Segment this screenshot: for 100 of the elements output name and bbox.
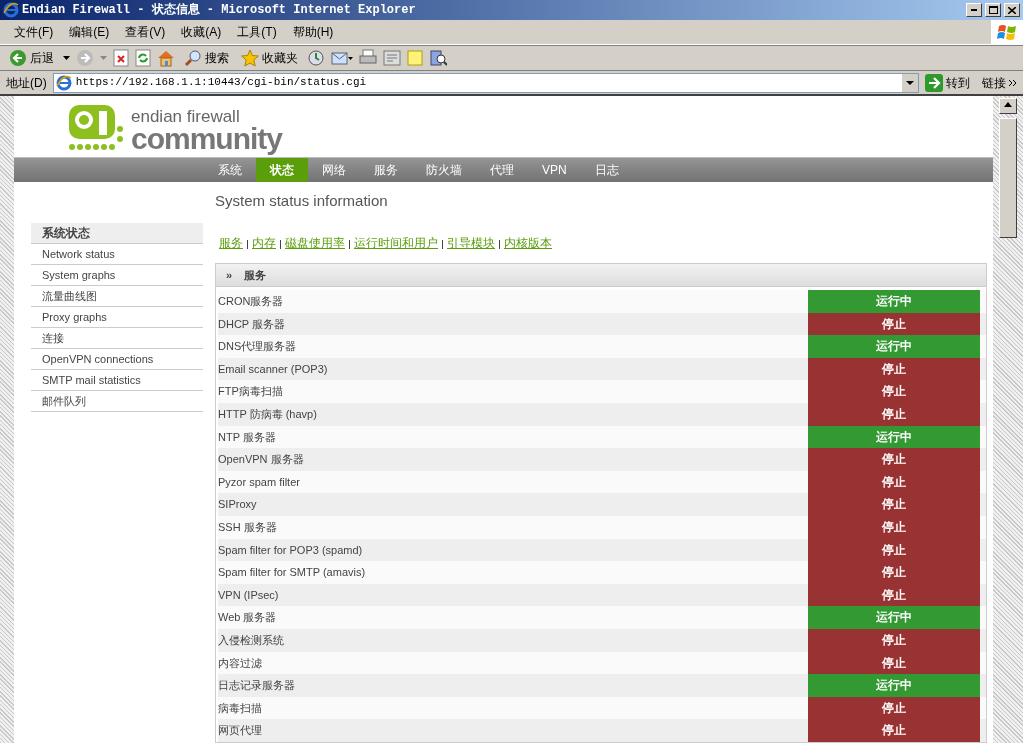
page-icon xyxy=(55,74,72,91)
status-badge: 运行中 xyxy=(808,425,980,449)
section-link[interactable]: 内核版本 xyxy=(504,235,552,251)
nav-tab[interactable]: VPN xyxy=(528,158,581,182)
status-badge: 停止 xyxy=(808,312,980,336)
service-name: Web 服务器 xyxy=(218,610,278,626)
go-arrow-icon xyxy=(925,73,943,92)
sidebar-link[interactable]: SMTP mail statistics xyxy=(31,370,203,391)
nav-tab[interactable]: 服务 xyxy=(360,158,412,182)
menu-item[interactable]: 收藏(A) xyxy=(173,21,230,43)
dropdown-caret-icon[interactable] xyxy=(63,56,70,60)
menu-item[interactable]: 编辑(E) xyxy=(61,21,118,43)
status-badge: 停止 xyxy=(808,561,980,584)
chevron-icon xyxy=(1009,78,1017,87)
service-name: SIProxy xyxy=(218,497,258,513)
service-name: VPN (IPsec) xyxy=(218,587,280,603)
nav-tab[interactable]: 日志 xyxy=(580,158,633,182)
service-name: Spam filter for SMTP (amavis) xyxy=(218,565,367,581)
favorites-button[interactable]: 收藏夹 xyxy=(238,49,301,67)
service-name: 病毒扫描 xyxy=(218,700,263,716)
status-badge: 停止 xyxy=(808,380,980,403)
section-link[interactable]: 运行时间和用户 xyxy=(354,235,438,251)
sidebar-link[interactable]: 流量曲线图 xyxy=(31,286,203,307)
status-badge: 停止 xyxy=(808,493,980,516)
up-arrow-icon xyxy=(1004,102,1012,108)
nav-tab[interactable]: 防火墙 xyxy=(412,158,476,182)
refresh-icon[interactable] xyxy=(135,49,151,67)
nav-tab[interactable]: 网络 xyxy=(308,158,360,182)
status-badge: 停止 xyxy=(808,448,980,471)
back-button[interactable]: 后退 xyxy=(6,49,57,67)
service-name: 内容过滤 xyxy=(218,655,263,671)
sidebar-link[interactable]: System graphs xyxy=(31,265,203,286)
back-arrow-icon xyxy=(9,49,27,67)
service-name: 入侵检测系统 xyxy=(218,632,285,648)
panel-title: 服务 xyxy=(244,267,267,283)
sidebar-link[interactable]: 连接 xyxy=(31,328,203,349)
service-name: Pyzor spam filter xyxy=(218,474,301,490)
page-title: System status information xyxy=(215,191,389,211)
home-icon[interactable] xyxy=(157,49,175,67)
section-link[interactable]: 引导模块 xyxy=(447,235,495,251)
sidebar-link[interactable]: 邮件队列 xyxy=(31,391,203,412)
service-name: OpenVPN 服务器 xyxy=(218,452,305,468)
menu-item[interactable]: 帮助(H) xyxy=(284,21,342,43)
links-button[interactable]: 链接 xyxy=(976,73,1020,92)
minimize-button[interactable] xyxy=(966,3,982,17)
sidebar-heading: 系统状态 xyxy=(31,223,203,244)
status-badge: 停止 xyxy=(808,651,980,675)
sidebar-link[interactable]: Proxy graphs xyxy=(31,307,203,328)
section-link[interactable]: 内存 xyxy=(252,235,276,251)
windows-logo-icon xyxy=(997,22,1017,42)
go-button[interactable]: 转到 xyxy=(922,73,973,92)
logo-text: endian firewall xyxy=(131,109,241,125)
stop-icon[interactable] xyxy=(113,49,129,67)
sidebar-link[interactable]: Network status xyxy=(31,244,203,265)
service-name: SSH 服务器 xyxy=(218,519,278,535)
status-badge: 运行中 xyxy=(808,335,980,358)
status-badge: 停止 xyxy=(808,515,980,539)
mail-icon[interactable] xyxy=(331,50,353,66)
status-badge: 停止 xyxy=(808,402,980,426)
dropdown-caret-icon[interactable] xyxy=(902,73,918,92)
maximize-button[interactable] xyxy=(985,3,1001,17)
search-button[interactable]: 搜索 xyxy=(181,49,232,67)
status-badge: 停止 xyxy=(808,583,980,607)
service-name: NTP 服务器 xyxy=(218,429,277,445)
scroll-up-button[interactable] xyxy=(999,98,1017,114)
nav-tab[interactable]: 代理 xyxy=(476,158,528,182)
menu-item[interactable]: 文件(F) xyxy=(6,21,62,43)
address-label: 地址(D) xyxy=(5,74,48,92)
service-name: CRON服务器 xyxy=(218,294,285,309)
history-icon[interactable] xyxy=(307,49,325,67)
close-icon xyxy=(1008,6,1016,14)
menu-item[interactable]: 工具(T) xyxy=(229,21,285,43)
expand-toggle[interactable]: » xyxy=(226,266,233,284)
service-name: HTTP 防病毒 (havp) xyxy=(218,406,318,422)
nav-tab[interactable]: 系统 xyxy=(204,158,256,182)
service-name: Spam filter for POP3 (spamd) xyxy=(218,542,364,558)
scrollbar-thumb[interactable] xyxy=(999,118,1017,238)
status-badge: 停止 xyxy=(808,719,980,742)
service-name: 日志记录服务器 xyxy=(218,678,296,694)
maximize-icon xyxy=(988,6,998,14)
browser-icon xyxy=(3,2,19,18)
status-badge: 停止 xyxy=(808,538,980,562)
service-name: FTP病毒扫描 xyxy=(218,384,284,400)
service-name: DHCP 服务器 xyxy=(218,316,287,332)
service-name: Email scanner (POP3) xyxy=(218,361,329,377)
minimize-icon xyxy=(971,9,977,11)
star-icon xyxy=(241,49,259,67)
status-badge: 停止 xyxy=(808,696,980,720)
printer-icon[interactable] xyxy=(359,49,377,67)
search-icon xyxy=(184,49,202,67)
sidebar-link[interactable]: OpenVPN connections xyxy=(31,349,203,370)
status-badge: 运行中 xyxy=(808,674,980,697)
research-icon[interactable] xyxy=(429,49,447,67)
window-title: Endian Firewall - 状态信息 - Microsoft Internet Explorer xyxy=(22,1,417,19)
close-button[interactable] xyxy=(1004,3,1020,17)
service-name: 网页代理 xyxy=(218,723,263,739)
address-field[interactable]: https://192.168.1.1:10443/cgi-bin/status.cgi xyxy=(52,72,919,93)
section-link[interactable]: 磁盘使用率 xyxy=(285,235,345,251)
menu-item[interactable]: 查看(V) xyxy=(117,21,174,43)
section-link[interactable]: 服务 xyxy=(219,235,243,251)
